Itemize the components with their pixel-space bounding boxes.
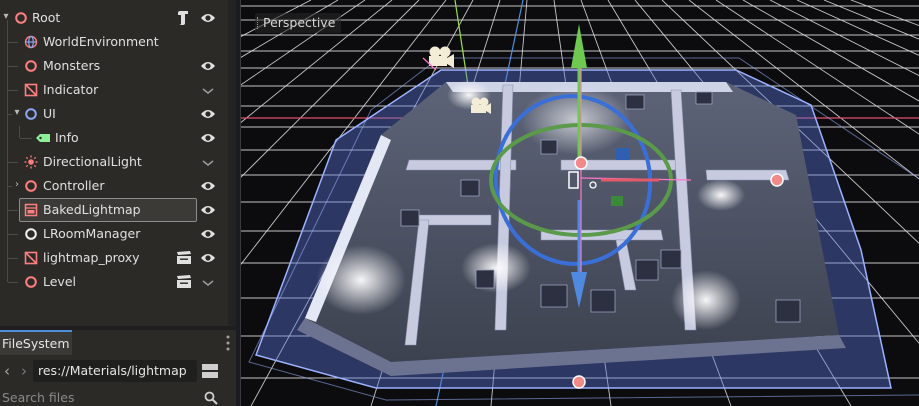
node-label: UI (43, 106, 56, 121)
node-label: BakedLightmap (43, 202, 141, 217)
back-icon[interactable]: ‹ (1, 362, 13, 380)
node-label: WorldEnvironment (43, 34, 159, 49)
node3d-icon (25, 180, 37, 192)
node-label: Root (32, 10, 61, 25)
tree-row-directionallight[interactable]: DirectionalLight (0, 150, 228, 174)
eye-icon[interactable] (200, 203, 216, 217)
eye-icon[interactable] (200, 59, 216, 73)
tree-guide-line (8, 258, 18, 259)
world-environment-icon (24, 35, 38, 49)
expand-arrow-icon[interactable]: ▾ (0, 11, 12, 23)
forward-icon[interactable]: › (18, 362, 30, 380)
tab-label: FileSystem (2, 336, 70, 351)
tree-row-level[interactable]: Level (0, 270, 228, 294)
node-label: Monsters (43, 58, 101, 73)
eye-icon[interactable] (200, 11, 216, 25)
filesystem-nav: ‹ › res://Materials/lightmap (0, 358, 236, 384)
cross-box-icon (24, 251, 38, 265)
search-row: Search files (0, 388, 236, 406)
dock-menu-icon[interactable] (224, 334, 232, 352)
cross-box-icon (24, 83, 38, 97)
tree-row-lroommanager[interactable]: LRoomManager (0, 222, 228, 246)
tree-guide-line (8, 234, 18, 235)
search-input[interactable]: Search files (2, 390, 196, 406)
tree-guide-line (8, 42, 18, 43)
node3d-icon (25, 60, 37, 72)
node-label: Info (55, 130, 79, 145)
node3d-icon (25, 276, 37, 288)
room-manager-icon (25, 228, 37, 240)
tree-row-monsters[interactable]: Monsters (0, 54, 228, 78)
chevron-down-icon[interactable] (201, 156, 215, 168)
clapperboard-icon[interactable] (176, 274, 192, 289)
directional-light-icon (24, 155, 38, 169)
tree-row-bakedlightmap[interactable]: BakedLightmap (0, 198, 228, 222)
node3d-icon (15, 12, 27, 24)
tree-row-info[interactable]: Info (0, 126, 228, 150)
tree-guide-line (8, 162, 18, 163)
tree-row-root[interactable]: ▾ Root (0, 6, 228, 30)
split-view-icon[interactable] (202, 363, 218, 379)
eye-icon[interactable] (200, 227, 216, 241)
path-field[interactable]: res://Materials/lightmap (33, 360, 197, 382)
perspective-menu-button[interactable]: Perspective (255, 13, 342, 33)
chevron-down-icon[interactable] (201, 276, 215, 288)
left-dock: ▾ Root WorldEnvironment Monsters Indicat… (0, 0, 236, 406)
eye-icon[interactable] (200, 131, 216, 145)
viewport-3d[interactable]: Perspective (240, 0, 919, 406)
tree-row-indicator[interactable]: Indicator (0, 78, 228, 102)
tab-filesystem[interactable]: FileSystem (0, 330, 72, 355)
tree-guide-line (8, 210, 18, 211)
eye-icon[interactable] (200, 179, 216, 193)
expand-arrow-icon[interactable]: ▾ (11, 107, 23, 119)
tree-row-controller[interactable]: › Controller (0, 174, 228, 198)
eye-icon[interactable] (200, 251, 216, 265)
node-label: LRoomManager (43, 226, 141, 241)
scene-tree: ▾ Root WorldEnvironment Monsters Indicat… (0, 0, 228, 326)
node-label: Indicator (43, 82, 99, 97)
label-icon (36, 134, 50, 142)
collapse-arrow-icon[interactable]: › (11, 179, 23, 191)
node-label: Level (43, 274, 76, 289)
eye-icon[interactable] (200, 107, 216, 121)
control-icon (25, 108, 37, 120)
script-icon[interactable] (176, 10, 192, 25)
node-label: Controller (43, 178, 105, 193)
tree-row-worldenvironment[interactable]: WorldEnvironment (0, 30, 228, 54)
tree-guide-line (8, 282, 18, 283)
tree-row-lightmap-proxy[interactable]: lightmap_proxy (0, 246, 228, 270)
chevron-down-icon[interactable] (201, 84, 215, 96)
scene-render (241, 0, 919, 406)
tree-guide-line (8, 90, 18, 91)
tree-guide-line (20, 138, 32, 139)
tree-row-ui[interactable]: ▾ UI (0, 102, 228, 126)
node-label: lightmap_proxy (43, 250, 140, 265)
blue-marker (616, 148, 630, 160)
filesystem-dock: FileSystem ‹ › res://Materials/lightmap … (0, 330, 236, 406)
node-label: DirectionalLight (43, 154, 142, 169)
tree-guide-line (8, 66, 18, 67)
green-marker (611, 196, 623, 206)
clapperboard-icon[interactable] (176, 250, 192, 265)
editor-window: ▾ Root WorldEnvironment Monsters Indicat… (0, 0, 919, 406)
baked-lightmap-icon (24, 203, 38, 217)
search-icon (204, 391, 218, 405)
